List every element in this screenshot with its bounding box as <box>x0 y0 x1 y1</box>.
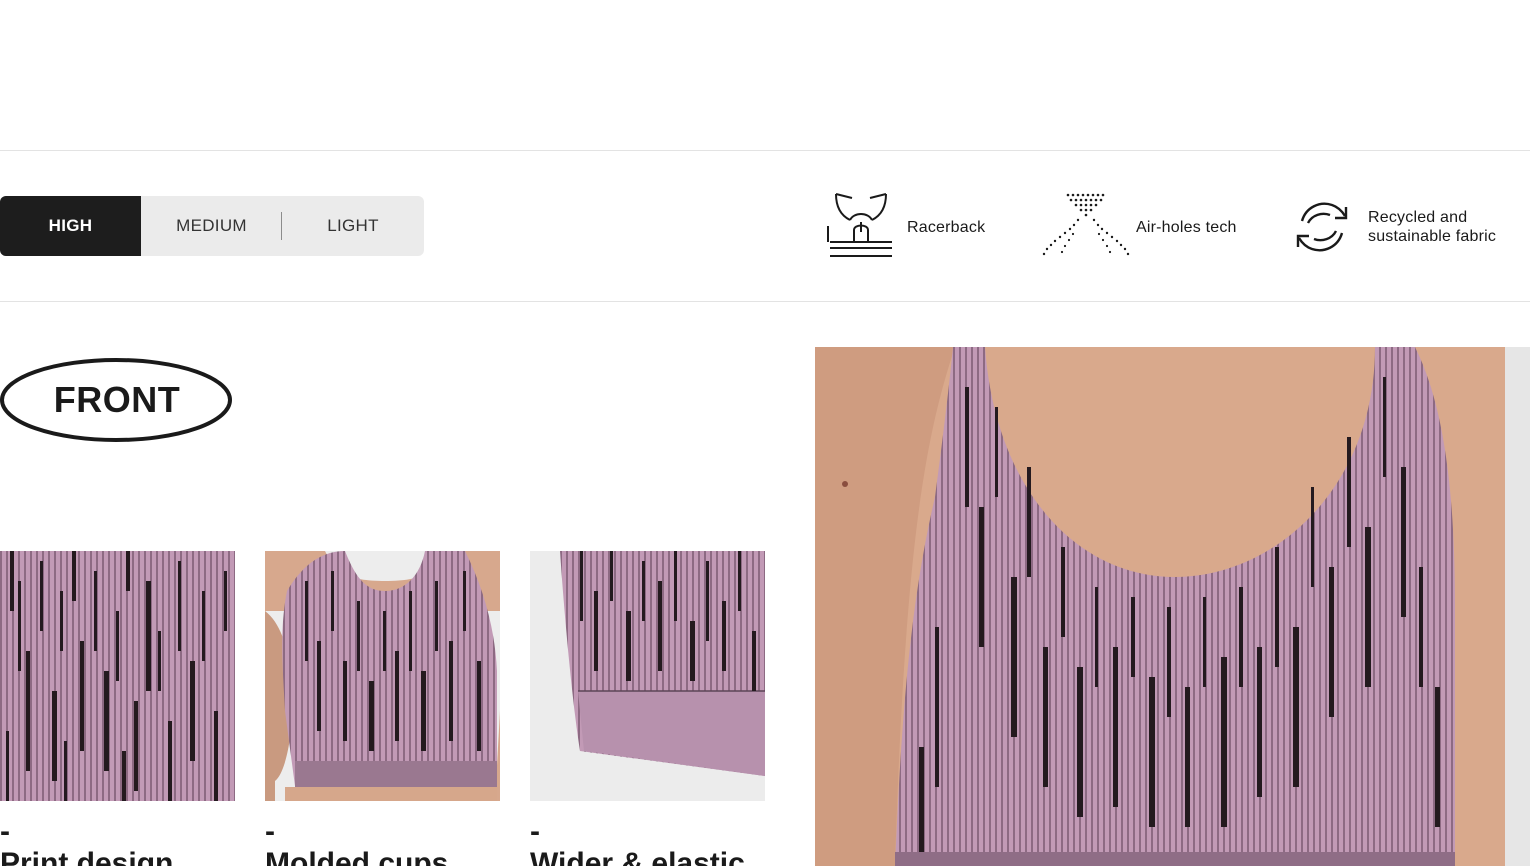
caption-text: Print design <box>0 847 174 866</box>
caption-dash: - <box>0 815 10 848</box>
thumbnail-molded-cups-caption: - Molded cups <box>265 816 525 866</box>
thumbnail-wider-elastic[interactable] <box>530 551 765 801</box>
feature-racerback-label: Racerback <box>907 218 986 236</box>
feature-recycled-label: Recycled and sustainable fabric <box>1368 208 1496 246</box>
feature-air-holes: Air-holes tech <box>1040 192 1237 262</box>
print-design-image <box>0 551 235 801</box>
front-section-title: FRONT <box>53 379 181 420</box>
thumbnail-molded-cups[interactable] <box>265 551 500 801</box>
thumbnail-wider-elastic-caption: - Wider & elastic <box>530 816 790 866</box>
thumbnail-print-design[interactable] <box>0 551 235 801</box>
features-divider <box>0 301 1530 302</box>
caption-dash: - <box>530 815 540 848</box>
caption-text: Wider & elastic <box>530 847 745 866</box>
recycle-icon <box>1290 197 1354 257</box>
thumbnail-print-design-caption: - Print design <box>0 816 260 866</box>
caption-dash: - <box>265 815 275 848</box>
level-medium-tab[interactable]: MEDIUM <box>141 196 282 256</box>
racerback-icon <box>826 192 896 262</box>
feature-racerback: Racerback <box>826 192 985 262</box>
feature-recycled-label-line2: sustainable fabric <box>1368 228 1497 245</box>
hero-bra-illustration <box>815 347 1530 866</box>
feature-air-holes-label: Air-holes tech <box>1136 218 1237 236</box>
caption-text: Molded cups <box>265 847 449 866</box>
molded-cups-image <box>265 551 500 801</box>
top-divider <box>0 150 1530 151</box>
level-high-tab[interactable]: HIGH <box>0 196 141 256</box>
feature-recycled: Recycled and sustainable fabric <box>1290 196 1496 258</box>
level-light-tab[interactable]: LIGHT <box>282 196 424 256</box>
support-level-selector: HIGH MEDIUM LIGHT <box>0 196 424 256</box>
wider-elastic-image <box>530 551 765 801</box>
feature-recycled-label-line1: Recycled and <box>1368 209 1468 226</box>
front-section-badge: FRONT <box>0 357 232 443</box>
air-holes-icon <box>1040 192 1130 262</box>
hero-product-image <box>815 347 1530 866</box>
